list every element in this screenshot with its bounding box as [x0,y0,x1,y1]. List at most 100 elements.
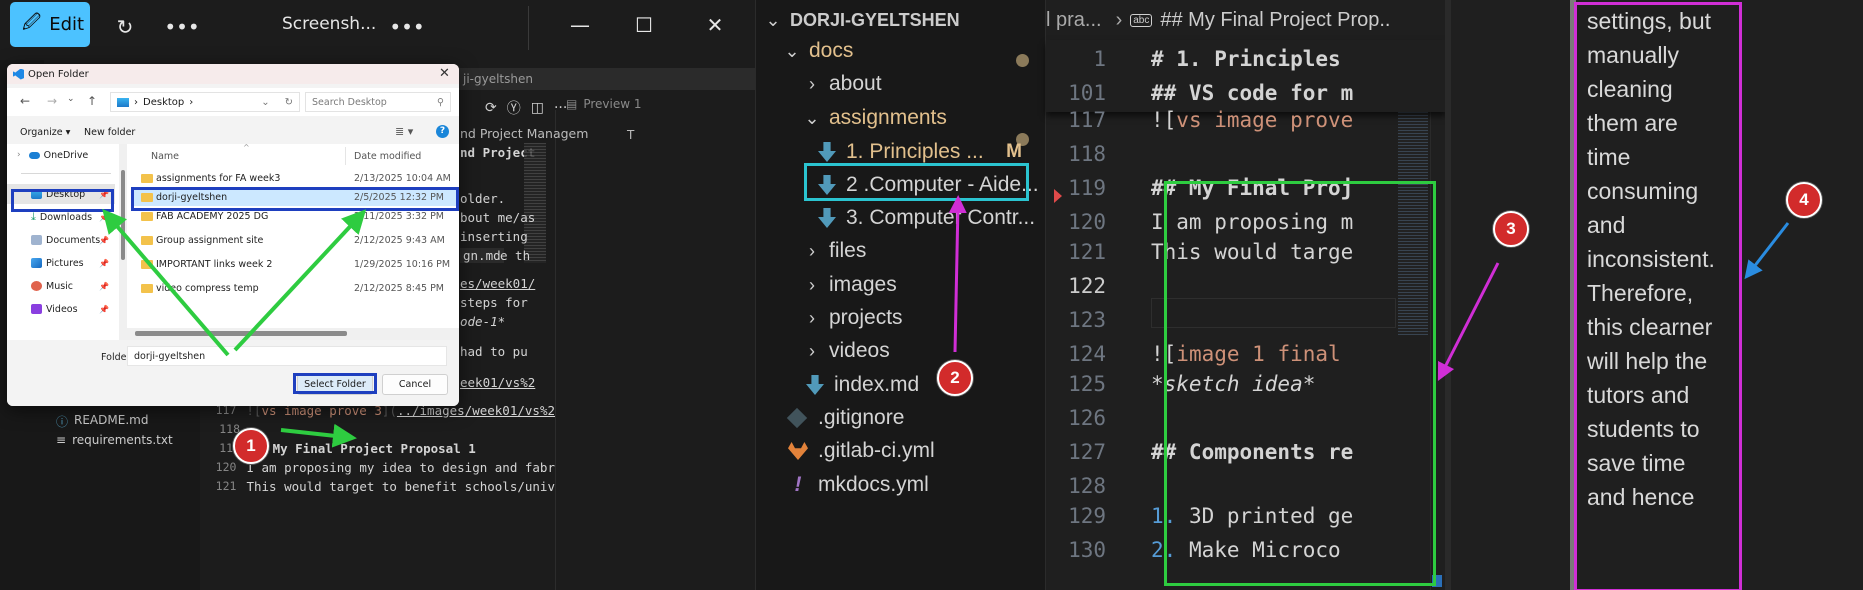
back-button[interactable]: ← [20,94,30,108]
info-icon: ⓘ [56,415,69,429]
minimize-button[interactable]: — [563,10,597,40]
split-editor-icon[interactable]: ◫ [531,100,544,116]
root-folder-name: DORJI-GYELTSHEN [790,9,960,30]
view-options-icon[interactable]: ≣ ▾ [395,125,413,138]
code-line[interactable]: 125 *sketch idea* [1046,367,1396,401]
tree-folder-projects[interactable]: › projects [801,301,903,335]
file-row[interactable]: Group assignment site 2/12/2025 9:43 AM [132,231,459,249]
code-line[interactable]: 123 [1046,303,1396,337]
editor-lines[interactable]: 117 ![vs image prove 118 119 ## My Final P… [1046,103,1396,590]
preview-text-line: and [1587,212,1626,238]
code-line[interactable]: 126 [1046,401,1396,435]
nav-scrollbar-thumb[interactable] [121,170,125,260]
tree-folder-images[interactable]: › images [801,268,897,302]
code-line[interactable]: 117 ![vs image prove [1046,103,1396,137]
help-icon[interactable]: ? [436,125,449,138]
address-dropdown-icon[interactable]: ⌄ [261,97,269,108]
edit-button[interactable]: 🖉 Edit [10,2,90,47]
new-folder-button[interactable]: New folder [84,127,135,138]
code-text: This would target to benefit schools/uni… [246,479,555,494]
tree-file-computer-aided[interactable]: 2 .Computer - Aide... [818,168,1039,202]
rotate-icon[interactable]: ↻ [110,12,140,42]
code-line[interactable]: 130 2. Make Microco [1046,533,1396,567]
edit-label: Edit [49,14,85,35]
code-line[interactable]: 119 ## My Final Proj [1046,171,1396,205]
file-row[interactable]: video compress temp 2/12/2025 8:45 PM [132,279,459,297]
tree-folder-videos[interactable]: › videos [801,334,890,368]
close-button[interactable]: ✕ [698,10,732,40]
dialog-close-button[interactable]: ✕ [439,66,450,81]
folder-input[interactable]: dorji-gyeltshen [127,346,447,366]
tree-folder-docs[interactable]: ⌄ docs [781,34,853,68]
tree-folder-assignments[interactable]: ⌄ assignments [801,101,946,135]
title-more-button[interactable]: ••• [389,12,424,42]
line-number: 117 [1068,108,1106,132]
line-number: 118 [1068,142,1106,166]
up-button[interactable]: ↑ [87,94,97,108]
tree-folder-files[interactable]: › files [801,234,866,268]
vertical-scrollbar[interactable] [1430,40,1444,590]
line-number: 121 [215,479,237,493]
refresh-icon[interactable]: ↻ [285,97,293,108]
file-readme[interactable]: ⓘ README.md [56,413,148,430]
tree-file-mkdocs[interactable]: ! mkdocs.yml [788,468,929,502]
nav-item-music[interactable]: Music 📌 [7,276,115,296]
tree-file-computer-controlled[interactable]: 3. Computer Contr... [818,201,1035,235]
search-input[interactable]: Search Desktop ⚲ [305,92,451,112]
tree-label: projects [829,306,903,329]
file-row[interactable]: FAB ACADEMY 2025 DG 2/11/2025 3:32 PM [132,207,459,225]
horizontal-scrollbar-thumb[interactable] [135,331,347,336]
more-options-button[interactable]: ••• [164,12,199,42]
nav-item-pictures[interactable]: Pictures 📌 [7,253,115,273]
code-fragment: inserting [460,229,528,244]
forward-button[interactable]: → [47,94,57,108]
code-line[interactable]: 120 I am proposing m [1046,205,1396,239]
code-line[interactable]: 127 ## Components re [1046,435,1396,469]
tree-file-index[interactable]: index.md [806,368,919,402]
code-line-active[interactable]: 122 [1046,269,1396,303]
tree-label: images [829,273,897,296]
file-row-selected[interactable]: dorji-gyeltshen 2/5/2025 12:32 PM [132,188,459,206]
column-separator[interactable] [345,147,346,165]
code-line[interactable]: 128 [1046,469,1396,503]
preview-scrollbar[interactable] [1570,0,1576,590]
breadcrumb-current[interactable]: ## My Final Project Prop.. [1160,9,1390,32]
tab-preview[interactable]: ▤ Preview 1 [566,97,642,111]
file-row[interactable]: IMPORTANT links week 2 1/29/2025 10:16 P… [132,255,459,273]
code-line[interactable]: 121 This would targe [1046,235,1396,269]
column-header-date[interactable]: Date modified [354,151,421,162]
tree-label: files [829,239,867,262]
organize-button[interactable]: Organize ▾ [20,127,70,138]
nav-item-onedrive[interactable]: › OneDrive [7,145,115,165]
address-bar[interactable]: › Desktop › ⌄ ↻ [110,92,300,112]
tree-file-gitlab-ci[interactable]: .gitlab-ci.yml [788,434,935,468]
vscode-editor-actions: ⟳ Ⓨ ◫ ··· [455,95,567,121]
vscode-title-text: ji-gyeltshen [463,72,533,86]
file-name: video compress temp [156,282,259,294]
file-requirements[interactable]: ≡ requirements.txt [56,433,173,447]
code-line[interactable]: 118 [1046,137,1396,171]
code-line[interactable]: 129 1. 3D printed ge [1046,499,1396,533]
sticky-line[interactable]: 1 # 1. Principles [1046,42,1446,76]
breadcrumb-parent[interactable]: l pra... [1046,9,1102,32]
folder-icon [141,192,153,202]
tree-file-principles[interactable]: 1. Principles ... M [818,135,1028,169]
file-row[interactable]: assignments for FA week3 2/13/2025 10:04… [132,169,459,187]
tree-folder-about[interactable]: › about [801,67,882,101]
preview-text-line: and hence [1587,484,1695,510]
cancel-button[interactable]: Cancel [382,374,448,395]
maximize-button[interactable]: ☐ [627,10,661,40]
nav-item-desktop[interactable]: Desktop 📌 [7,184,115,204]
recent-locations-button[interactable]: ⌄ [67,94,75,104]
code-line[interactable]: 124 ![image 1 final [1046,337,1396,371]
select-folder-button[interactable]: Select Folder [297,374,373,395]
nav-item-videos[interactable]: Videos 📌 [7,299,115,319]
run-icon[interactable]: ⟳ [485,100,497,116]
nav-item-documents[interactable]: Documents 📌 [7,230,115,250]
explorer-root[interactable]: ⌄ DORJI-GYELTSHEN [762,3,960,37]
tree-file-gitignore[interactable]: .gitignore [786,401,904,435]
column-header-name[interactable]: Name [151,151,179,162]
nav-item-downloads[interactable]: ⤓ Downloads 📌 [7,207,115,227]
source-control-icon[interactable]: Ⓨ [507,98,521,118]
preview-text-fragment: T [627,128,635,142]
